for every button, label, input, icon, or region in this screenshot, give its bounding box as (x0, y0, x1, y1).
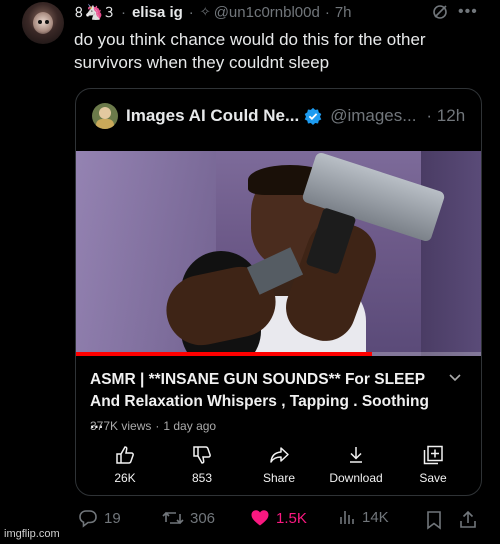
download-video-button[interactable]: Download (321, 444, 391, 485)
quoted-post[interactable]: Images AI Could Ne... @images... · 12h A… (75, 88, 482, 496)
video-thumbnail[interactable] (76, 151, 481, 356)
post-header: 𝟾🦄𝟹 · elisa ig · ✧ @un1c0rnbl00d · 7h (74, 2, 484, 22)
share-label: Share (262, 471, 296, 485)
reply-button[interactable]: 19 (78, 508, 121, 528)
share-icon (270, 447, 289, 463)
share-video-button[interactable]: Share (244, 444, 314, 485)
video-progress-fill (76, 352, 372, 356)
quoted-time[interactable]: · 12h (426, 106, 465, 126)
quoted-header: Images AI Could Ne... @images... · 12h (92, 103, 465, 129)
save-video-button[interactable]: Save (398, 444, 468, 485)
more-options-icon[interactable]: ••• (458, 4, 478, 20)
quoted-handle[interactable]: @images... (330, 106, 416, 126)
author-handle[interactable]: @un1c0rnbl00d (214, 4, 320, 21)
like-count: 26K (114, 471, 136, 485)
separator-dot: · (324, 3, 330, 21)
post-time[interactable]: 7h (335, 4, 352, 21)
video-views: 377K views (90, 419, 152, 433)
author-glyphs[interactable]: 𝟾🦄𝟹 (74, 3, 115, 21)
thumbs-down-icon (193, 446, 211, 464)
repost-icon (162, 511, 184, 525)
like-video-button[interactable]: 26K (90, 444, 160, 485)
engagement-bar: 19 306 1.5K 14K (0, 508, 500, 538)
sparkle-icon: ✧ (199, 4, 211, 19)
heart-icon (251, 510, 269, 526)
reply-icon (79, 510, 97, 528)
quoted-avatar[interactable] (92, 103, 118, 129)
bookmark-icon[interactable] (425, 510, 443, 530)
thumbs-up-icon (116, 446, 134, 464)
grok-icon[interactable] (432, 4, 448, 20)
bar-chart-icon (340, 511, 354, 524)
post-text: do you think chance would do this for th… (74, 30, 426, 72)
like-count-post: 1.5K (276, 509, 307, 527)
author-avatar[interactable] (22, 2, 64, 44)
video-age: 1 day ago (163, 419, 217, 433)
view-count: 14K (362, 508, 389, 526)
share-post-icon[interactable] (458, 510, 478, 530)
save-label: Save (419, 471, 447, 485)
chevron-down-icon[interactable] (448, 371, 462, 385)
video-actions: 26K 853 Share Download Save (76, 444, 481, 494)
views-button[interactable]: 14K (338, 508, 389, 526)
download-icon (350, 447, 362, 463)
repost-count: 306 (190, 509, 216, 527)
author-name[interactable]: elisa ig (132, 4, 183, 21)
dislike-video-button[interactable]: 853 (167, 444, 237, 485)
repost-button[interactable]: 306 (162, 508, 215, 528)
quoted-author-name[interactable]: Images AI Could Ne... (126, 106, 299, 126)
video-meta: 377K views · 1 day ago (90, 419, 217, 433)
imgflip-watermark: imgflip.com (4, 528, 60, 540)
download-label: Download (329, 471, 383, 485)
reply-count: 19 (104, 509, 121, 527)
separator-dot: · (120, 3, 126, 21)
separator-dot: · (188, 3, 194, 21)
verified-badge-icon (304, 107, 322, 125)
like-button[interactable]: 1.5K (250, 508, 307, 528)
dislike-count: 853 (191, 471, 213, 485)
save-icon (423, 445, 443, 465)
